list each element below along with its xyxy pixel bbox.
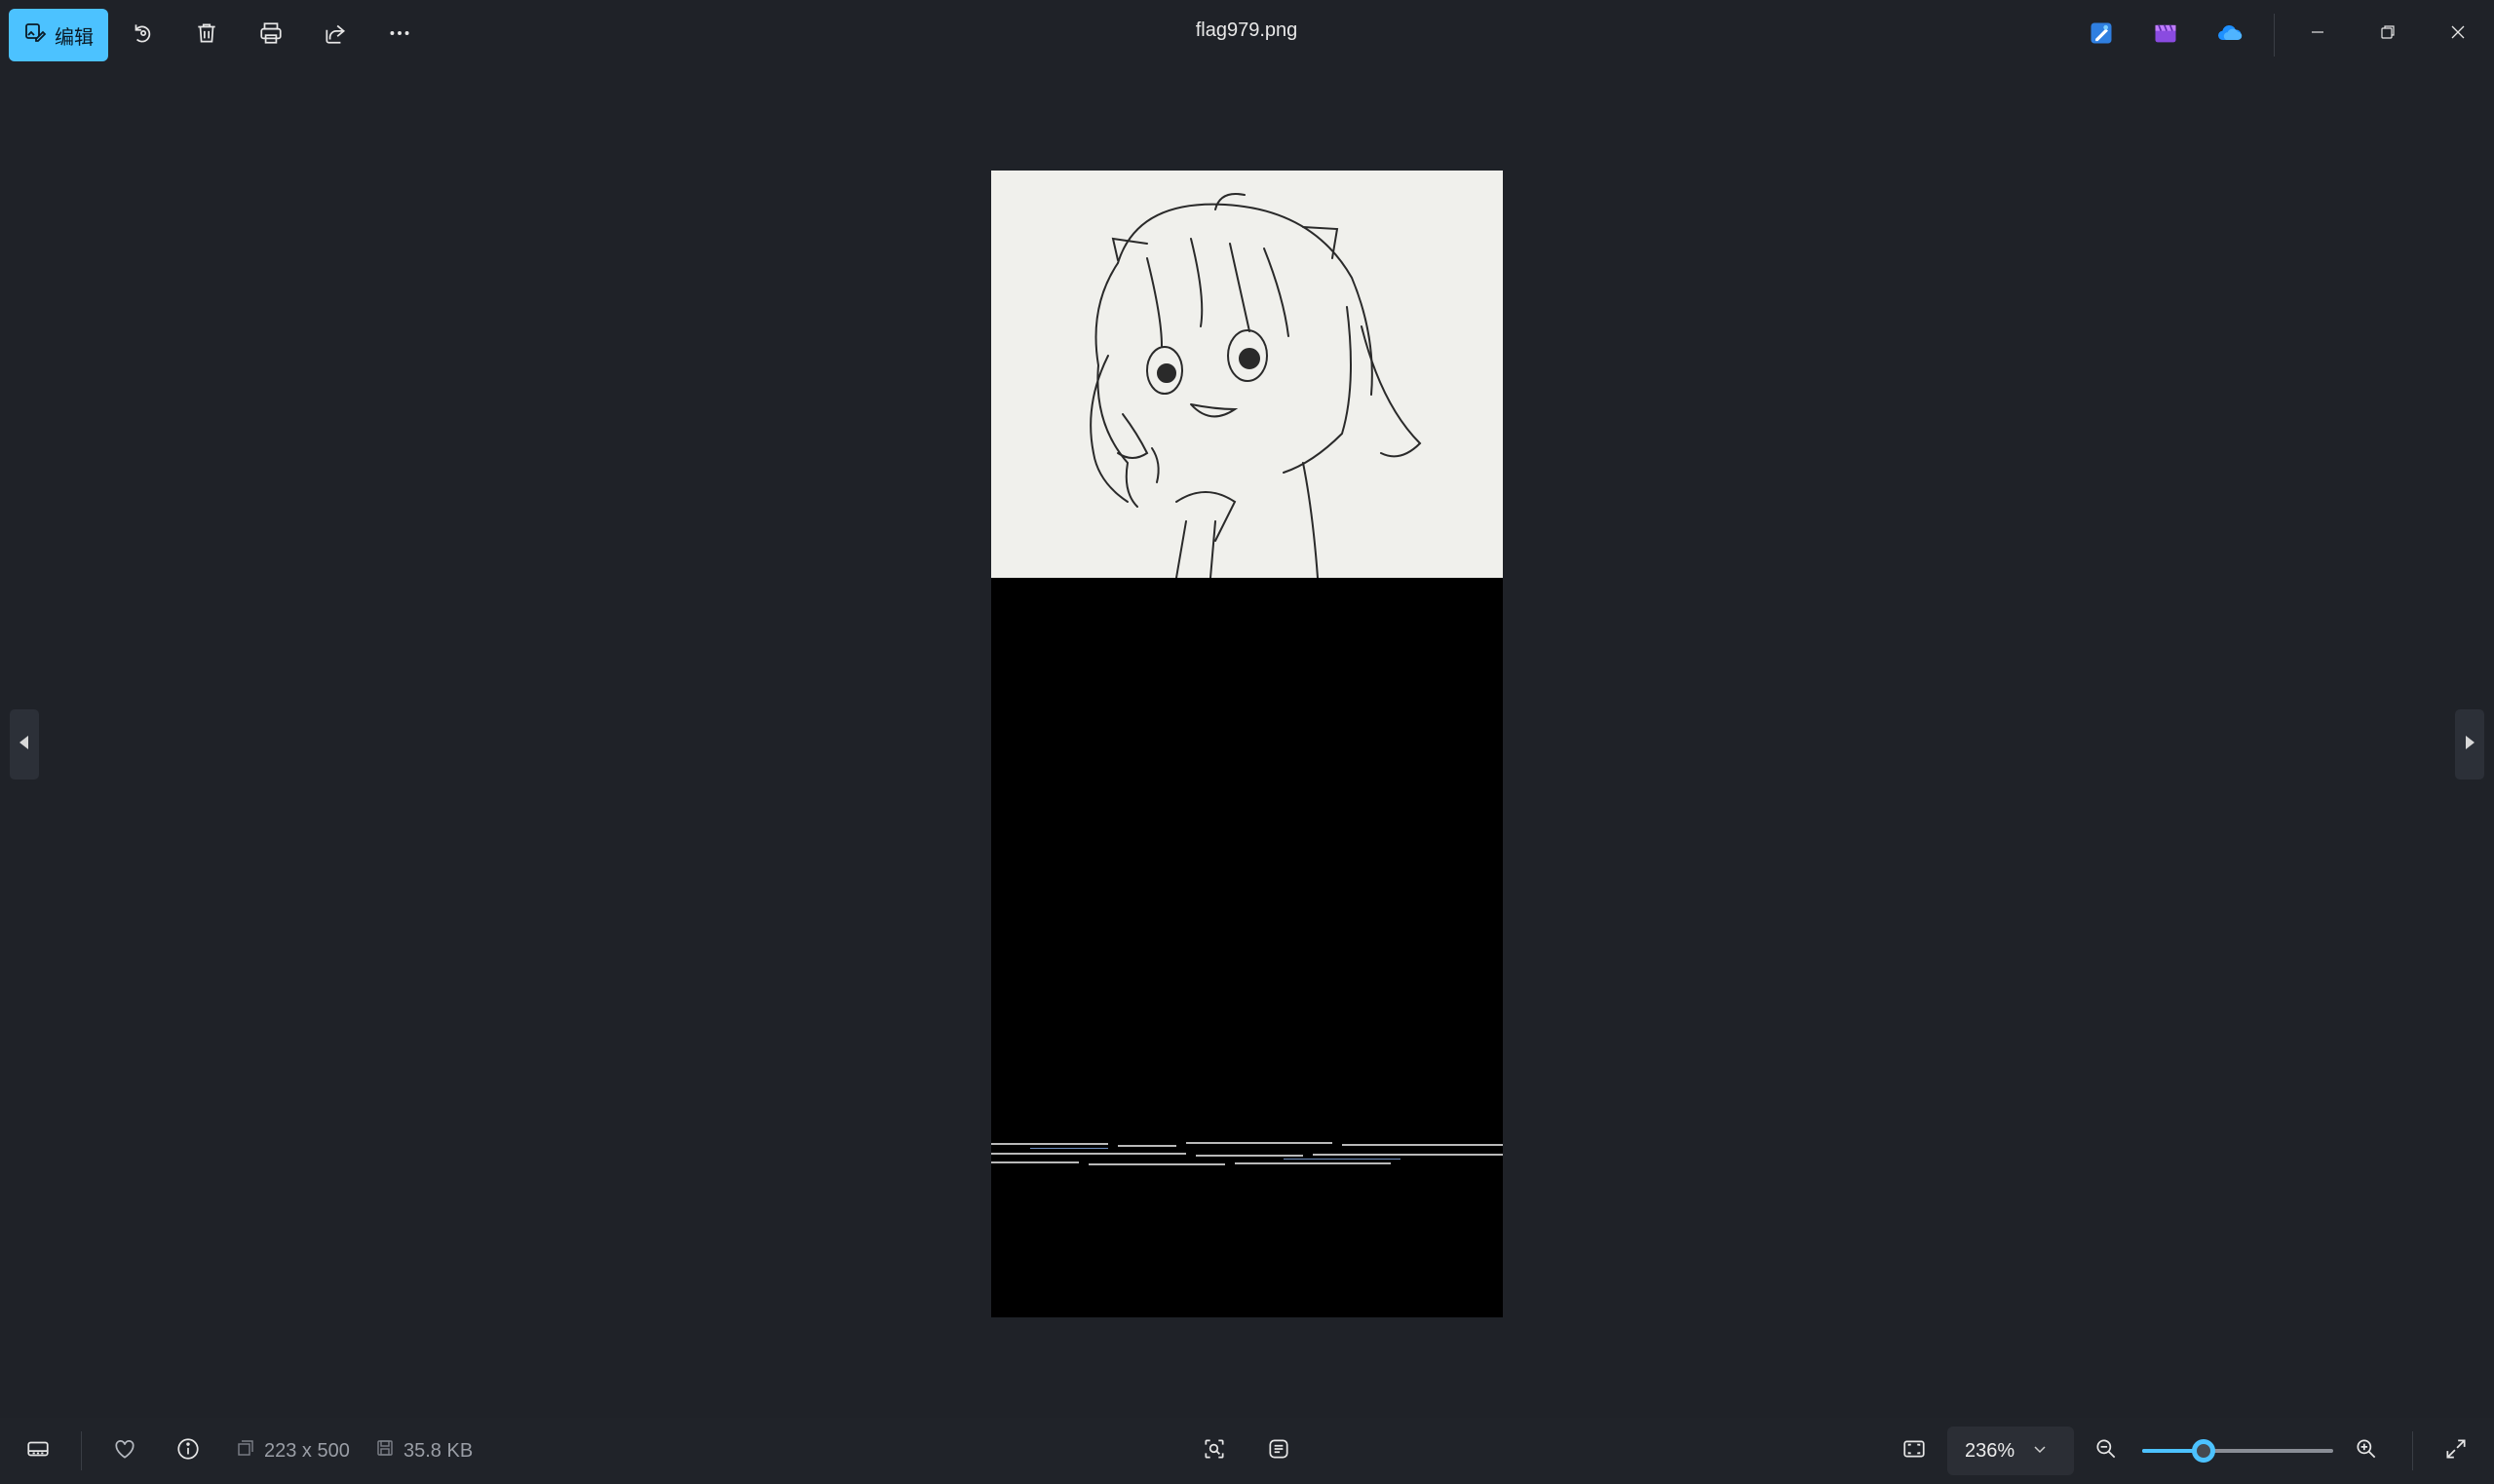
clipchamp-icon — [2152, 19, 2179, 52]
visual-search-icon — [1202, 1436, 1227, 1466]
zoom-in-button[interactable] — [2345, 1429, 2388, 1472]
onedrive-button[interactable] — [2210, 16, 2249, 55]
edit-button[interactable]: 编辑 — [9, 9, 108, 61]
anime-sketch-image — [991, 171, 1503, 578]
save-disk-icon — [376, 1439, 394, 1463]
designer-icon — [2088, 19, 2115, 52]
top-toolbar: 编辑 flag979.png — [0, 0, 2494, 70]
file-size-text: 35.8 KB — [403, 1439, 474, 1462]
chevron-right-icon — [2462, 734, 2477, 756]
visual-search-button[interactable] — [1193, 1429, 1236, 1472]
edit-button-label: 编辑 — [55, 26, 94, 49]
minimize-button[interactable] — [2288, 10, 2347, 58]
status-divider-right — [2412, 1431, 2413, 1470]
filmstrip-icon — [25, 1436, 51, 1466]
favorite-button[interactable] — [103, 1429, 146, 1472]
close-button[interactable] — [2429, 10, 2487, 58]
share-icon — [323, 20, 348, 51]
zoom-level-value: 236% — [1965, 1439, 2015, 1462]
displayed-photo[interactable] — [991, 171, 1503, 1317]
print-button[interactable] — [251, 16, 290, 55]
dimensions-text: 223 x 500 — [264, 1439, 350, 1462]
dimensions-icon — [237, 1439, 254, 1463]
restore-button[interactable] — [2359, 10, 2417, 58]
zoom-out-icon — [2093, 1436, 2119, 1466]
onedrive-icon — [2216, 19, 2244, 52]
zoom-out-button[interactable] — [2085, 1429, 2128, 1472]
delete-icon — [194, 20, 219, 51]
toolbar-divider — [2274, 14, 2275, 57]
expand-icon — [2443, 1436, 2469, 1466]
image-dimensions: 223 x 500 — [237, 1439, 350, 1463]
edit-image-icon — [23, 20, 47, 50]
fit-to-window-button[interactable] — [1893, 1429, 1936, 1472]
heart-icon — [112, 1436, 137, 1466]
designer-button[interactable] — [2082, 16, 2121, 55]
text-scan-icon — [1266, 1436, 1291, 1466]
info-icon — [175, 1436, 201, 1466]
zoom-in-icon — [2354, 1436, 2379, 1466]
photos-viewer-window: 编辑 flag979.png 223 x 500 35.8 KB 236% — [0, 0, 2494, 1484]
close-icon — [2449, 23, 2467, 46]
chevron-left-icon — [17, 734, 32, 756]
pixel-noise-strip — [991, 1135, 1503, 1174]
more-icon — [387, 20, 412, 51]
full-screen-button[interactable] — [2435, 1429, 2477, 1472]
delete-button[interactable] — [187, 16, 226, 55]
next-image-button[interactable] — [2455, 709, 2484, 780]
file-size: 35.8 KB — [376, 1439, 473, 1463]
fit-to-window-icon — [1901, 1436, 1927, 1466]
clipchamp-button[interactable] — [2146, 16, 2185, 55]
zoom-slider-thumb[interactable] — [2191, 1439, 2215, 1463]
status-divider — [81, 1431, 82, 1470]
more-options-button[interactable] — [380, 16, 419, 55]
rotate-button[interactable] — [123, 16, 162, 55]
zoom-slider[interactable] — [2142, 1439, 2333, 1463]
print-icon — [258, 20, 284, 51]
bottom-status-bar: 223 x 500 35.8 KB 236% — [0, 1418, 2494, 1484]
minimize-icon — [2309, 23, 2326, 46]
share-button[interactable] — [316, 16, 355, 55]
filmstrip-toggle-button[interactable] — [17, 1429, 59, 1472]
chevron-down-icon — [2032, 1440, 2048, 1463]
file-name-title: flag979.png — [1195, 19, 1298, 41]
zoom-level-dropdown[interactable]: 236% — [1947, 1427, 2074, 1475]
restore-icon — [2379, 23, 2397, 46]
previous-image-button[interactable] — [10, 709, 39, 780]
text-scan-button[interactable] — [1257, 1429, 1300, 1472]
rotate-icon — [130, 20, 155, 51]
file-info-button[interactable] — [167, 1429, 210, 1472]
